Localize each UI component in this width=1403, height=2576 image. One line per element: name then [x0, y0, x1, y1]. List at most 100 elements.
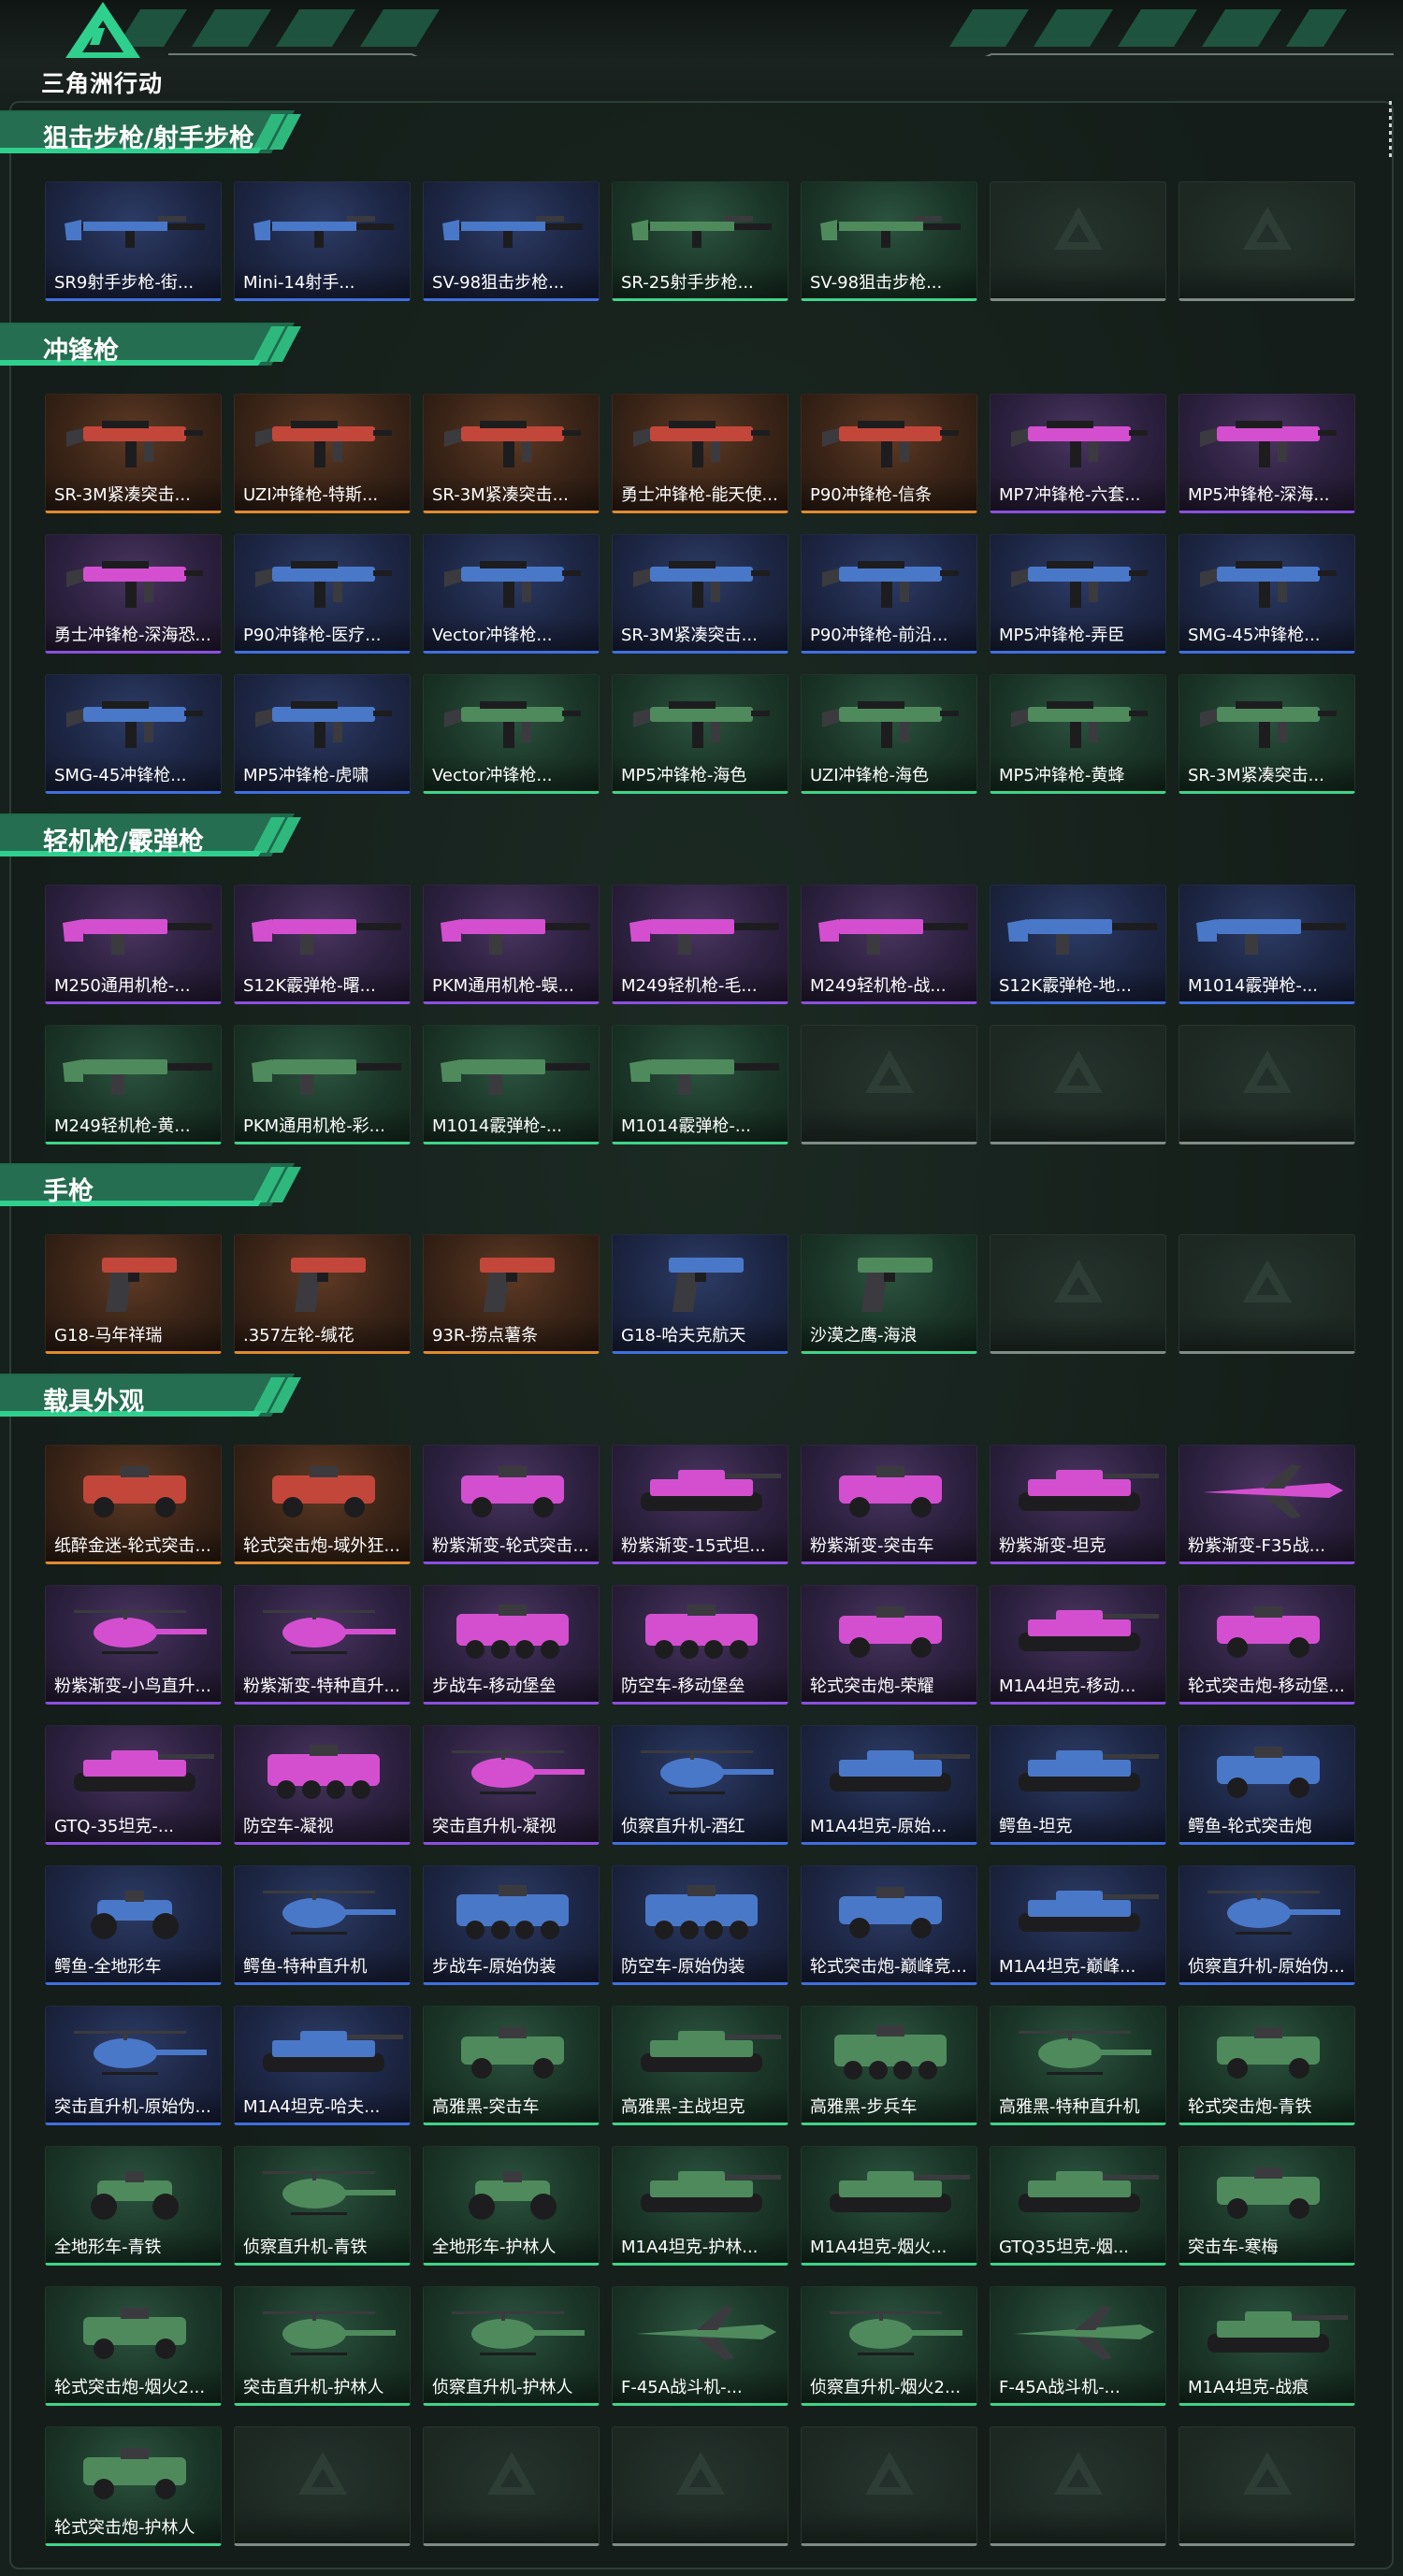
skin-tile[interactable]: SR-3M紧凑突击... — [1179, 674, 1355, 794]
skin-tile[interactable]: 全地形车-护林人 — [423, 2146, 600, 2266]
skin-tile[interactable]: 勇士冲锋枪-能天使... — [612, 394, 788, 513]
skin-tile[interactable]: MP5冲锋枪-弄臣 — [990, 534, 1166, 654]
skin-tile[interactable]: PKM通用机枪-彩... — [234, 1025, 411, 1144]
skin-tile[interactable]: P90冲锋枪-前沿... — [801, 534, 977, 654]
skin-tile[interactable]: 鳄鱼-全地形车 — [45, 1865, 222, 1985]
skin-tile[interactable]: Vector冲锋枪... — [423, 534, 600, 654]
skin-tile[interactable]: .357左轮-缄花 — [234, 1234, 411, 1354]
skin-tile[interactable]: SR-3M紧凑突击... — [45, 394, 222, 513]
skin-tile[interactable]: M1A4坦克-巅峰... — [990, 1865, 1166, 1985]
skin-tile[interactable]: Vector冲锋枪... — [423, 674, 600, 794]
skin-tile[interactable]: SV-98狙击步枪... — [801, 181, 977, 301]
skin-tile[interactable]: M249轻机枪-毛... — [612, 885, 788, 1004]
skin-tile[interactable]: 粉紫渐变-15式坦... — [612, 1445, 788, 1564]
skin-tile[interactable]: PKM通用机枪-蜈... — [423, 885, 600, 1004]
skin-tile[interactable]: M249轻机枪-战... — [801, 885, 977, 1004]
skin-tile[interactable]: M1A4坦克-移动... — [990, 1585, 1166, 1705]
skin-tile[interactable]: 粉紫渐变-突击车 — [801, 1445, 977, 1564]
skin-tile[interactable]: 防空车-移动堡垒 — [612, 1585, 788, 1705]
smg-icon — [444, 701, 581, 748]
apc-icon — [268, 1745, 380, 1799]
skin-tile[interactable]: 沙漠之鹰-海浪 — [801, 1234, 977, 1354]
skin-tile[interactable]: 高雅黑-主战坦克 — [612, 2006, 788, 2125]
skin-tile[interactable]: 鳄鱼-坦克 — [990, 1725, 1166, 1845]
skin-tile[interactable]: 轮式突击炮-青铁 — [1179, 2006, 1355, 2125]
skin-tile[interactable]: M1014霰弹枪-... — [423, 1025, 600, 1144]
skin-tile[interactable]: 粉紫渐变-小鸟直升... — [45, 1585, 222, 1705]
skin-tile[interactable]: G18-马年祥瑞 — [45, 1234, 222, 1354]
skin-tile[interactable]: 防空车-原始伪装 — [612, 1865, 788, 1985]
skin-tile[interactable]: 轮式突击炮-巅峰竞... — [801, 1865, 977, 1985]
skin-tile[interactable]: M1A4坦克-烟火... — [801, 2146, 977, 2266]
skin-tile[interactable]: 93R-捞点薯条 — [423, 1234, 600, 1354]
skin-tile[interactable]: 轮式突击炮-域外狂... — [234, 1445, 411, 1564]
skin-tile[interactable]: M1A4坦克-哈夫... — [234, 2006, 411, 2125]
skin-tile[interactable]: M1014霰弹枪-... — [1179, 885, 1355, 1004]
section-title: 狙击步枪/射手步枪 — [43, 124, 254, 153]
skin-tile[interactable]: P90冲锋枪-医疗... — [234, 534, 411, 654]
skin-tile[interactable]: 高雅黑-特种直升机 — [990, 2006, 1166, 2125]
skin-tile[interactable]: M1014霰弹枪-... — [612, 1025, 788, 1144]
skin-tile[interactable]: SR-3M紧凑突击... — [612, 534, 788, 654]
skin-tile[interactable]: 勇士冲锋枪-深海恐... — [45, 534, 222, 654]
skin-tile[interactable]: 鳄鱼-轮式突击炮 — [1179, 1725, 1355, 1845]
skin-tile[interactable]: UZI冲锋枪-海色 — [801, 674, 977, 794]
skin-tile[interactable]: 步战车-原始伪装 — [423, 1865, 600, 1985]
skin-tile[interactable]: MP5冲锋枪-海色 — [612, 674, 788, 794]
skin-tile[interactable]: MP5冲锋枪-黄蜂 — [990, 674, 1166, 794]
skin-tile[interactable]: 纸醉金迷-轮式突击... — [45, 1445, 222, 1564]
skin-tile[interactable]: 侦察直升机-烟火2... — [801, 2286, 977, 2406]
top-banner: 三角洲行动 — [0, 0, 1403, 101]
skin-tile[interactable]: 粉紫渐变-轮式突击... — [423, 1445, 600, 1564]
skin-tile[interactable]: 侦察直升机-原始伪... — [1179, 1865, 1355, 1985]
skin-tile[interactable]: SR-25射手步枪... — [612, 181, 788, 301]
skin-tile[interactable]: 侦察直升机-青铁 — [234, 2146, 411, 2266]
skin-tile[interactable]: F-45A战斗机-... — [990, 2286, 1166, 2406]
skin-tile[interactable]: 粉紫渐变-F35战... — [1179, 1445, 1355, 1564]
skin-tile[interactable]: 突击车-寒梅 — [1179, 2146, 1355, 2266]
skin-tile[interactable]: M1A4坦克-原始... — [801, 1725, 977, 1845]
skin-tile[interactable]: 突击直升机-原始伪... — [45, 2006, 222, 2125]
skin-tile[interactable]: SMG-45冲锋枪... — [1179, 534, 1355, 654]
skin-tile[interactable]: 轮式突击炮-移动堡... — [1179, 1585, 1355, 1705]
skin-tile[interactable]: SV-98狙击步枪... — [423, 181, 600, 301]
skin-tile[interactable]: 轮式突击炮-荣耀 — [801, 1585, 977, 1705]
skin-tile[interactable]: 轮式突击炮-护林人 — [45, 2426, 222, 2546]
skin-tile[interactable]: SMG-45冲锋枪... — [45, 674, 222, 794]
skin-tile[interactable]: GTQ35坦克-烟... — [990, 2146, 1166, 2266]
skin-tile[interactable]: S12K霰弹枪-地... — [990, 885, 1166, 1004]
skin-tile[interactable]: 粉紫渐变-坦克 — [990, 1445, 1166, 1564]
skin-tile[interactable]: S12K霰弹枪-曙... — [234, 885, 411, 1004]
skin-tile[interactable]: 轮式突击炮-烟火2... — [45, 2286, 222, 2406]
skin-tile[interactable]: 高雅黑-突击车 — [423, 2006, 600, 2125]
skin-tile[interactable]: 高雅黑-步兵车 — [801, 2006, 977, 2125]
skin-tile[interactable]: 突击直升机-护林人 — [234, 2286, 411, 2406]
skin-tile[interactable]: 全地形车-青铁 — [45, 2146, 222, 2266]
section-title: 轻机枪/霰弹枪 — [43, 827, 204, 856]
skin-tile[interactable]: P90冲锋枪-信条 — [801, 394, 977, 513]
skin-tile[interactable]: 侦察直升机-护林人 — [423, 2286, 600, 2406]
skin-tile[interactable]: Mini-14射手... — [234, 181, 411, 301]
skin-tile[interactable]: MP5冲锋枪-深海... — [1179, 394, 1355, 513]
skin-tile[interactable]: 突击直升机-凝视 — [423, 1725, 600, 1845]
skin-tile-label: PKM通用机枪-蜈... — [432, 976, 574, 996]
skin-tile[interactable]: SR-3M紧凑突击... — [423, 394, 600, 513]
skin-tile-label: M1A4坦克-烟火... — [810, 2238, 947, 2257]
skin-tile[interactable]: GTQ-35坦克-... — [45, 1725, 222, 1845]
skin-tile[interactable]: M250通用机枪-... — [45, 885, 222, 1004]
skin-tile[interactable]: M1A4坦克-护林... — [612, 2146, 788, 2266]
skin-tile[interactable]: MP7冲锋枪-六套... — [990, 394, 1166, 513]
skin-tile[interactable]: M249轻机枪-黄... — [45, 1025, 222, 1144]
skin-tile[interactable]: F-45A战斗机-... — [612, 2286, 788, 2406]
skin-tile[interactable]: 步战车-移动堡垒 — [423, 1585, 600, 1705]
skin-tile[interactable]: UZI冲锋枪-特斯... — [234, 394, 411, 513]
skin-tile[interactable]: MP5冲锋枪-虎啸 — [234, 674, 411, 794]
skin-tile[interactable]: 粉紫渐变-特种直升... — [234, 1585, 411, 1705]
skin-tile[interactable]: SR9射手步枪-街... — [45, 181, 222, 301]
skin-tile[interactable]: G18-哈夫克航天 — [612, 1234, 788, 1354]
skin-tile[interactable]: 防空车-凝视 — [234, 1725, 411, 1845]
skin-tile[interactable]: M1A4坦克-战痕 — [1179, 2286, 1355, 2406]
skin-tile[interactable]: 侦察直升机-酒红 — [612, 1725, 788, 1845]
scrollbar[interactable] — [1388, 101, 1394, 157]
skin-tile[interactable]: 鳄鱼-特种直升机 — [234, 1865, 411, 1985]
